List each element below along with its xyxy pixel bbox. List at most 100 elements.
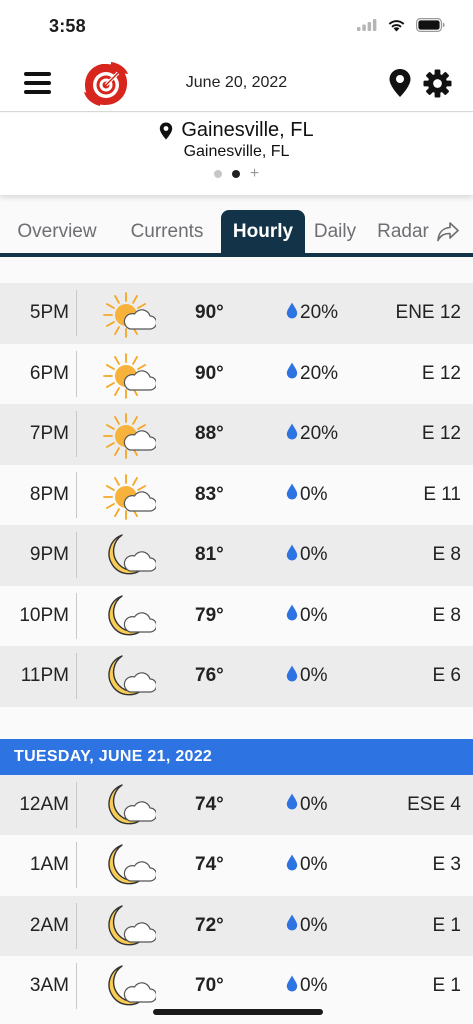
row-divider xyxy=(76,842,77,888)
tab-hourly[interactable]: Hourly xyxy=(221,210,305,254)
row-divider xyxy=(76,902,77,949)
add-location-icon[interactable]: + xyxy=(250,165,259,181)
hour-precip: 0% xyxy=(286,525,327,586)
hour-temp: 88° xyxy=(195,423,224,444)
moon-cloud-icon xyxy=(100,650,158,702)
tab-daily[interactable]: Daily xyxy=(307,210,363,254)
sun-cloud-icon xyxy=(100,287,158,339)
row-divider xyxy=(76,290,77,336)
hour-row[interactable]: 7PM 88° 20% E 12 xyxy=(0,404,473,465)
raindrop-icon xyxy=(286,665,298,688)
hour-precip: 20% xyxy=(286,344,338,405)
hour-time: 3AM xyxy=(29,975,69,996)
app-screen: 3:58 June 20, 2022 Gainesville, FL Gaine… xyxy=(0,0,473,1024)
raindrop-icon xyxy=(286,302,298,325)
hour-temp: 76° xyxy=(195,665,224,686)
hour-row[interactable]: 3AM 70° 0% E 1 xyxy=(0,956,473,1017)
moon-cloud-icon xyxy=(100,529,158,581)
share-arrow-icon[interactable] xyxy=(437,222,459,242)
sun-cloud-icon xyxy=(100,469,158,521)
hour-wind: E 8 xyxy=(432,544,461,565)
hour-precip: 20% xyxy=(286,283,338,344)
row-divider xyxy=(76,653,77,699)
location-card[interactable]: Gainesville, FL Gainesville, FL + xyxy=(0,113,473,195)
precip-value: 0% xyxy=(300,604,328,626)
hour-temp: 81° xyxy=(195,544,224,565)
hour-temp: 70° xyxy=(195,975,224,996)
hour-wind: E 12 xyxy=(421,423,461,444)
raindrop-icon xyxy=(286,793,298,816)
hour-temp: 90° xyxy=(195,362,224,384)
home-indicator xyxy=(153,1009,323,1015)
gear-icon[interactable] xyxy=(423,69,452,98)
raindrop-icon xyxy=(286,854,298,877)
location-subtitle: Gainesville, FL xyxy=(183,143,290,160)
wifi-icon xyxy=(388,20,405,32)
app-header: June 20, 2022 xyxy=(0,56,473,112)
hour-precip: 0% xyxy=(286,646,327,707)
precip-value: 0% xyxy=(300,914,328,936)
hour-wind: E 11 xyxy=(423,483,461,505)
hour-row[interactable]: 1AM 74° 0% E 3 xyxy=(0,835,473,896)
hour-row[interactable]: 8PM 83° 0% E 11 xyxy=(0,464,473,526)
pager-dot[interactable] xyxy=(213,170,222,178)
hour-wind: E 1 xyxy=(432,975,461,996)
hour-temp: 79° xyxy=(195,604,224,626)
raindrop-icon xyxy=(286,544,298,567)
location-name: Gainesville, FL xyxy=(181,119,314,141)
tab-radar[interactable]: Radar xyxy=(372,210,434,254)
tab-overview[interactable]: Overview xyxy=(8,210,106,254)
raindrop-icon xyxy=(286,483,298,506)
hour-precip: 0% xyxy=(286,835,327,896)
day-header: TUESDAY, JUNE 21, 2022 xyxy=(0,738,473,775)
hour-row[interactable]: 6PM 90° 20% E 12 xyxy=(0,343,473,405)
precip-value: 20% xyxy=(300,423,339,445)
battery-icon xyxy=(416,18,445,32)
hour-row[interactable]: 11PM 76° 0% E 6 xyxy=(0,646,473,707)
moon-cloud-icon xyxy=(100,839,158,891)
status-bar: 3:58 xyxy=(0,0,473,56)
moon-cloud-icon xyxy=(100,900,158,952)
hour-wind: E 6 xyxy=(432,665,461,686)
row-divider xyxy=(76,532,77,578)
row-divider xyxy=(76,350,77,397)
location-pager[interactable]: + xyxy=(0,165,473,181)
row-divider xyxy=(76,781,77,828)
raindrop-icon xyxy=(286,362,298,385)
precip-value: 0% xyxy=(300,793,328,815)
hour-precip: 0% xyxy=(286,465,327,526)
row-divider xyxy=(76,963,77,1009)
hour-row[interactable]: 9PM 81° 0% E 8 xyxy=(0,525,473,586)
hour-temp: 74° xyxy=(195,854,224,875)
hour-row[interactable]: 12AM 74° 0% ESE 4 xyxy=(0,774,473,835)
cellular-signal-icon xyxy=(357,19,377,31)
hour-time: 9PM xyxy=(29,544,69,565)
hour-precip: 0% xyxy=(286,956,327,1017)
moon-cloud-icon xyxy=(100,960,158,1012)
hour-time: 6PM xyxy=(29,362,69,384)
moon-cloud-icon xyxy=(100,590,158,642)
hour-row[interactable]: 5PM 90° 20% ENE 12 xyxy=(0,283,473,344)
hour-row[interactable]: 10PM 79° 0% E 8 xyxy=(0,585,473,646)
status-time: 3:58 xyxy=(49,16,86,36)
tab-bar: Overview Currents Hourly Daily Radar xyxy=(0,210,473,257)
row-divider xyxy=(76,592,77,639)
hour-temp: 83° xyxy=(195,483,224,505)
location-title: Gainesville, FL xyxy=(0,119,473,142)
moon-cloud-icon xyxy=(100,779,158,831)
tab-currents[interactable]: Currents xyxy=(120,210,214,254)
raindrop-icon xyxy=(286,604,298,627)
hourly-list[interactable]: 5PM 90° 20% ENE 12 6PM 90° 20% E 12 7PM … xyxy=(0,257,473,1017)
location-pin-icon[interactable] xyxy=(388,68,412,98)
hour-row[interactable]: 2AM 72° 0% E 1 xyxy=(0,895,473,956)
location-pin-small-icon xyxy=(160,122,173,139)
pager-dot-active[interactable] xyxy=(231,170,240,178)
hour-wind: ENE 12 xyxy=(395,302,461,323)
sun-cloud-icon xyxy=(100,408,158,460)
hour-wind: E 8 xyxy=(432,604,461,626)
hour-temp: 72° xyxy=(195,914,224,936)
status-icons xyxy=(357,18,445,32)
hour-time: 1AM xyxy=(29,854,69,875)
hour-time: 2AM xyxy=(29,914,69,936)
precip-value: 0% xyxy=(300,854,328,876)
